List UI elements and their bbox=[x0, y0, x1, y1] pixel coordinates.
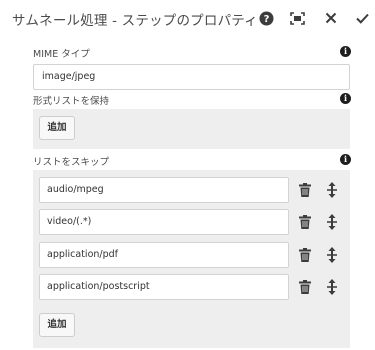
skip-item-input[interactable]: video/(.*) bbox=[39, 209, 289, 235]
done-icon[interactable] bbox=[352, 8, 372, 28]
skip-label-row: リストをスキップ i bbox=[33, 153, 351, 169]
keep-format-label: 形式リストを保持 bbox=[33, 96, 110, 107]
skip-item-input[interactable]: application/postscript bbox=[39, 274, 289, 300]
skip-list-item: audio/mpeg bbox=[39, 177, 345, 203]
skip-list-item: video/(.*) bbox=[39, 209, 345, 235]
help-icon[interactable]: ? bbox=[256, 8, 276, 28]
svg-text:?: ? bbox=[263, 14, 269, 25]
dialog-title: サムネール処理 - ステップのプロパティ bbox=[12, 13, 258, 29]
dialog-header: サムネール処理 - ステップのプロパティ ? bbox=[0, 0, 375, 36]
trash-icon[interactable] bbox=[299, 248, 311, 262]
skip-item-input[interactable]: application/pdf bbox=[39, 242, 289, 268]
keep-label-row: 形式リストを保持 i bbox=[33, 92, 351, 108]
skip-list: audio/mpeg video/(.*) application/pdf ap… bbox=[33, 170, 350, 348]
vertical-scrollbar[interactable] bbox=[368, 36, 375, 350]
drag-handle-icon[interactable] bbox=[326, 214, 338, 230]
close-icon[interactable] bbox=[321, 8, 341, 28]
skip-list-item: application/postscript bbox=[39, 274, 345, 300]
drag-handle-icon[interactable] bbox=[326, 247, 338, 263]
skip-add-button[interactable]: 追加 bbox=[39, 313, 75, 337]
trash-icon[interactable] bbox=[299, 280, 311, 294]
mime-type-input[interactable]: image/jpeg bbox=[33, 64, 350, 90]
keep-add-button[interactable]: 追加 bbox=[39, 116, 75, 140]
trash-icon[interactable] bbox=[299, 183, 311, 197]
skip-item-input[interactable]: audio/mpeg bbox=[39, 177, 289, 203]
skip-list-label: リストをスキップ bbox=[33, 157, 110, 168]
dialog-content[interactable]: MIME タイプ i image/jpeg 形式リストを保持 i 追加 リストを… bbox=[0, 36, 375, 350]
info-icon[interactable]: i bbox=[340, 46, 351, 57]
drag-handle-icon[interactable] bbox=[326, 279, 338, 295]
fullscreen-icon[interactable] bbox=[287, 8, 307, 28]
skip-list-item: application/pdf bbox=[39, 242, 345, 268]
mime-label-row: MIME タイプ i bbox=[33, 45, 351, 61]
trash-icon[interactable] bbox=[299, 215, 311, 229]
mime-label: MIME タイプ bbox=[33, 49, 90, 60]
info-icon[interactable]: i bbox=[340, 93, 351, 104]
info-icon[interactable]: i bbox=[340, 154, 351, 165]
keep-format-list: 追加 bbox=[33, 109, 350, 149]
drag-handle-icon[interactable] bbox=[326, 182, 338, 198]
